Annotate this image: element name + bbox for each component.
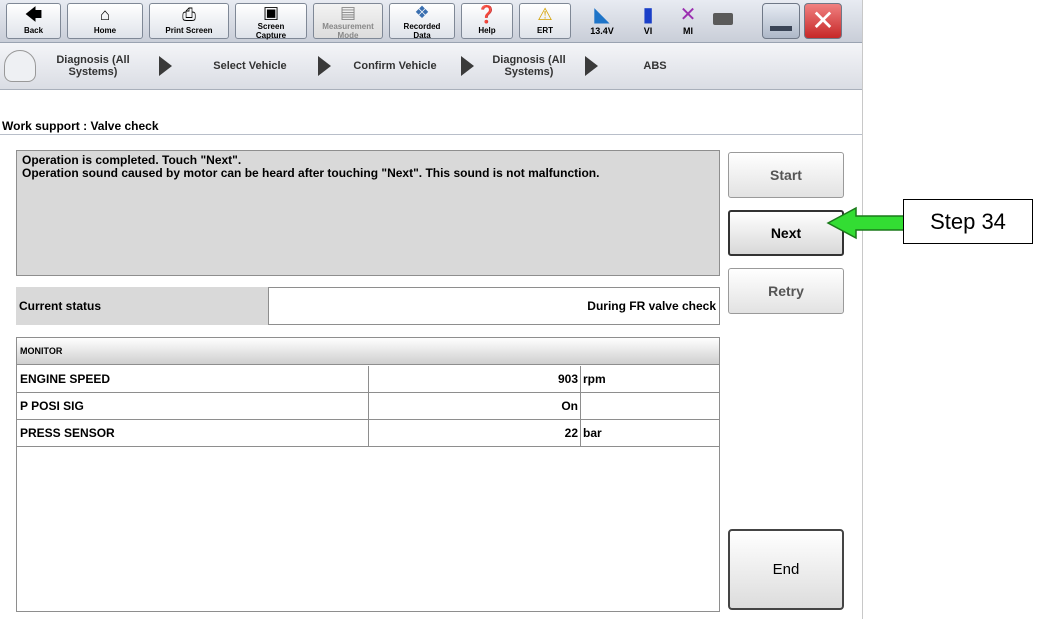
current-status-row: Current status During FR valve check (16, 287, 720, 325)
breadcrumb-item-select-vehicle[interactable]: Select Vehicle (190, 43, 310, 89)
screen-capture-button[interactable]: ▣ Screen Capture (235, 3, 307, 40)
printer-icon: ⎙ (182, 5, 196, 24)
monitor-item-value: On (369, 393, 581, 419)
breadcrumb-arrow-icon (159, 56, 172, 76)
page-title: Work support : Valve check (0, 117, 862, 135)
ert-button[interactable]: ⚠ ERT (519, 3, 571, 39)
step-callout: Step 34 (903, 199, 1033, 244)
home-button[interactable]: ⌂ Home (67, 3, 143, 39)
table-row: P POSI SIG On (17, 393, 719, 420)
monitor-item-unit (583, 393, 719, 419)
connection-status-icon (713, 13, 733, 25)
callout-arrow-icon (826, 206, 905, 240)
current-status-label: Current status (16, 287, 268, 325)
monitor-item-value: 903 (369, 366, 581, 392)
monitor-item-unit: rpm (583, 372, 606, 386)
breadcrumb-item-abs[interactable]: ABS (615, 43, 695, 89)
breadcrumb-item-diagnosis-all[interactable]: Diagnosis (All Systems) (38, 43, 148, 89)
operation-message: Operation is completed. Touch "Next". Op… (16, 150, 720, 276)
consult-app-window: 🡄 Back ⌂ Home ⎙ Print Screen ▣ Screen Ca… (0, 0, 863, 619)
monitor-item-unit: bar (583, 426, 602, 440)
start-button[interactable]: Start (728, 152, 844, 198)
toolbar: 🡄 Back ⌂ Home ⎙ Print Screen ▣ Screen Ca… (0, 0, 862, 43)
retry-button[interactable]: Retry (728, 268, 844, 314)
home-icon: ⌂ (99, 5, 111, 24)
breadcrumb-item-confirm-vehicle[interactable]: Confirm Vehicle (330, 43, 460, 89)
help-button[interactable]: ❓ Help (461, 3, 513, 39)
monitor-item-name: ENGINE SPEED (17, 366, 369, 392)
monitor-item-value: 22 (369, 420, 581, 446)
arrow-left-icon: 🡄 (24, 5, 43, 24)
end-button[interactable]: End (728, 529, 844, 610)
vi-device-icon: ▮ (642, 4, 654, 26)
current-status-value: During FR valve check (268, 287, 720, 325)
breadcrumb: Diagnosis (All Systems) Select Vehicle C… (0, 43, 862, 90)
battery-voltage-indicator: ◣ 13.4V (582, 4, 622, 36)
recorded-data-icon: ❖ (414, 3, 430, 22)
measurement-mode-button[interactable]: ▤ Measurement Mode (313, 3, 383, 40)
table-row: ENGINE SPEED 903 rpm (17, 366, 719, 393)
monitor-table: MONITOR ENGINE SPEED 903 rpm P POSI SIG … (16, 337, 720, 612)
help-icon: ❓ (476, 5, 498, 24)
vi-indicator: ▮ VI (633, 4, 663, 36)
car-icon: ◣ (594, 4, 610, 26)
camera-icon: ▣ (262, 3, 280, 22)
car-technician-icon (4, 50, 36, 82)
breadcrumb-item-diagnosis-all-2[interactable]: Diagnosis (All Systems) (474, 43, 584, 89)
mi-cross-icon: ✕ (679, 4, 697, 26)
breadcrumb-arrow-icon (585, 56, 598, 76)
monitor-item-name: PRESS SENSOR (17, 420, 369, 446)
breadcrumb-arrow-icon (461, 56, 474, 76)
monitor-header: MONITOR (17, 338, 719, 365)
back-button[interactable]: 🡄 Back (6, 3, 61, 39)
table-row: PRESS SENSOR 22 bar (17, 420, 719, 447)
print-screen-button[interactable]: ⎙ Print Screen (149, 3, 229, 39)
warning-icon: ⚠ (537, 5, 553, 24)
close-button[interactable]: ✕ (804, 3, 842, 39)
monitor-item-name: P POSI SIG (17, 393, 369, 419)
minimize-icon (770, 26, 792, 31)
minimize-button[interactable] (762, 3, 800, 39)
recorded-data-button[interactable]: ❖ Recorded Data (389, 3, 455, 40)
mi-indicator: ✕ MI (673, 4, 703, 36)
meter-icon: ▤ (339, 3, 357, 22)
close-icon: ✕ (811, 5, 835, 36)
